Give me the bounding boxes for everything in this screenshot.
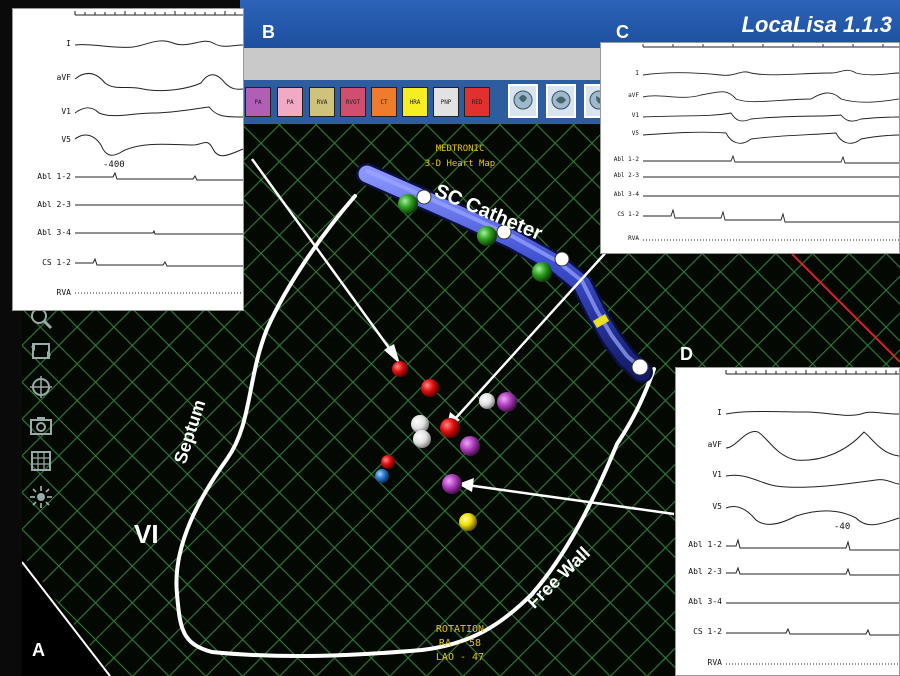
panel-letter-a: A (32, 640, 45, 660)
lesion-red-3 (440, 418, 460, 438)
crosshair-icon[interactable] (28, 374, 54, 400)
c-lead-label-avf: aVF (628, 92, 639, 99)
panel-letter-b: B (262, 22, 275, 42)
d-lead-label-v5: V5 (712, 502, 722, 511)
screenshot-stage: LocaLisa 1.1.3 PA PA RVA RVOT CT HRA PNP… (0, 0, 900, 676)
map-header-line2: 3-D Heart Map (424, 159, 496, 169)
electrode-green-3 (532, 262, 552, 282)
rotate-icon[interactable] (28, 338, 54, 364)
d-lead-label-cs12: CS 1-2 (693, 627, 722, 636)
d-lead-label-i: I (717, 408, 722, 417)
rotation-lao: LAO - 47 (435, 652, 485, 663)
lesion-white-3 (413, 430, 431, 448)
c-lead-label-i: I (635, 70, 639, 77)
catheter-button-ct[interactable]: CT (371, 87, 397, 117)
c-lead-label-v1: V1 (631, 112, 639, 119)
d-lead-label-rva: RVA (707, 658, 722, 667)
lead-label-v1: V1 (61, 107, 71, 116)
panel-letter-d: D (680, 344, 693, 364)
catheter-button-rvot[interactable]: RVOT (340, 87, 366, 117)
lesion-red-1 (392, 361, 408, 377)
light-icon[interactable] (28, 484, 54, 510)
electrode-green-1 (398, 194, 418, 214)
rotation-title: ROTATION (435, 624, 485, 635)
lesion-purple-3 (442, 474, 462, 494)
catheter-button-pa2[interactable]: PA (277, 87, 303, 117)
ecg-inset-d: I aVF V1 V5 Abl 1-2 Abl 2-3 Abl 3-4 CS 1… (675, 367, 900, 676)
d-lead-label-v1: V1 (712, 470, 722, 479)
lesion-purple-2 (460, 436, 480, 456)
c-lead-label-abl23: Abl 2-3 (613, 172, 639, 179)
d-lead-label-abl34: Abl 3-4 (688, 597, 722, 606)
d-lead-label-abl23: Abl 2-3 (688, 567, 722, 576)
catheter-button-hra[interactable]: HRA (402, 87, 428, 117)
lead-label-i: I (66, 39, 71, 48)
c-lead-label-v5: V5 (631, 130, 639, 137)
vi-label: VI (134, 519, 159, 549)
lesion-blue-1 (375, 469, 389, 483)
lead-label-rva: RVA (56, 288, 71, 297)
c-lead-label-rva: RVA (628, 235, 639, 242)
measure-b: -400 (103, 160, 125, 170)
catheter-button-pnp[interactable]: PNP (433, 87, 459, 117)
panel-letter-c: C (616, 22, 629, 42)
catheter-button-rva[interactable]: RVA (309, 87, 335, 117)
c-lead-label-cs12: CS 1-2 (617, 211, 639, 218)
heart-view-1-icon[interactable] (508, 84, 538, 118)
app-title: LocaLisa 1.1.3 (741, 12, 892, 37)
rotation-ra: RA - 58 (438, 638, 482, 649)
lesion-purple-1 (497, 392, 517, 412)
lesion-white-1 (479, 393, 495, 409)
d-lead-label-abl12: Abl 1-2 (688, 540, 722, 549)
lead-label-abl23: Abl 2-3 (37, 200, 71, 209)
catheter-button-pa1[interactable]: PA (245, 87, 271, 117)
map-header-line1: MEDTRONIC (435, 144, 485, 154)
c-lead-label-abl34: Abl 3-4 (613, 191, 639, 198)
camera-icon[interactable] (28, 412, 54, 438)
lesion-yellow-1 (459, 513, 477, 531)
ecg-inset-c: I aVF V1 V5 Abl 1-2 Abl 2-3 Abl 3-4 CS 1… (600, 42, 900, 254)
lead-label-v5: V5 (61, 135, 71, 144)
d-lead-label-avf: aVF (707, 440, 722, 449)
ecg-inset-b: I aVF V1 V5 Abl 1-2 Abl 2-3 Abl 3-4 CS 1… (12, 8, 244, 311)
lesion-red-2 (421, 379, 439, 397)
c-lead-label-abl12: Abl 1-2 (613, 156, 639, 163)
heart-view-2-icon[interactable] (546, 84, 576, 118)
lead-label-abl12: Abl 1-2 (37, 172, 71, 181)
lead-label-abl34: Abl 3-4 (37, 228, 71, 237)
grid-icon[interactable] (28, 448, 54, 474)
electrode-green-2 (477, 226, 497, 246)
title-bar: LocaLisa 1.1.3 (240, 0, 900, 48)
catheter-button-red[interactable]: RED (464, 87, 490, 117)
lead-label-cs12: CS 1-2 (42, 258, 71, 267)
lead-label-avf: aVF (56, 73, 71, 82)
measure-d: -40 (834, 522, 851, 532)
lesion-red-4 (381, 455, 395, 469)
